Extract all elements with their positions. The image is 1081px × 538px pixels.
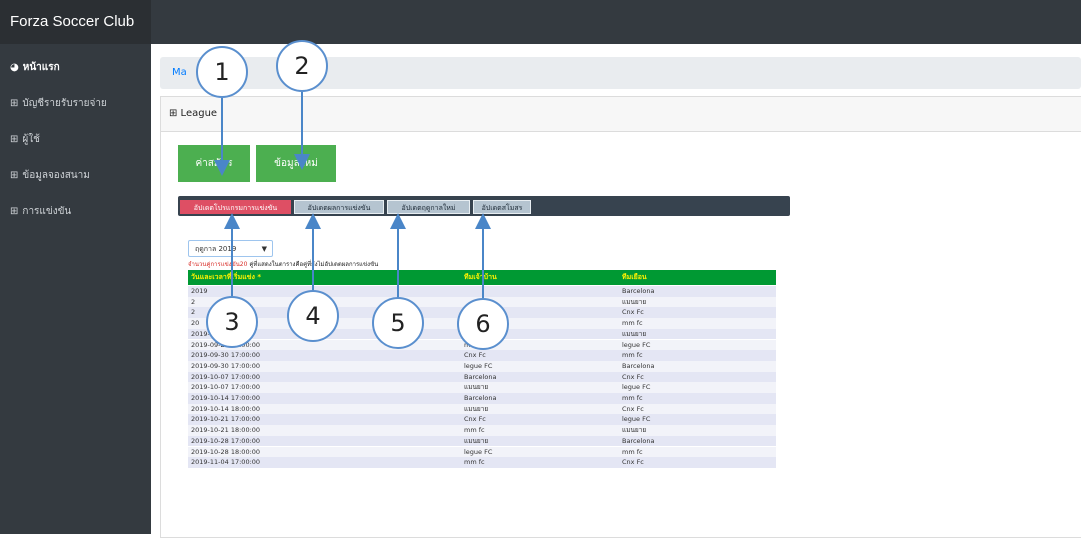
callout-2: 2	[276, 40, 328, 92]
callout-5: 5	[372, 297, 424, 349]
callout-1: 1	[196, 46, 248, 98]
callout-4: 4	[287, 290, 339, 342]
annotation-arrows	[214, 92, 491, 299]
callout-6: 6	[457, 298, 509, 350]
callout-3: 3	[206, 296, 258, 348]
